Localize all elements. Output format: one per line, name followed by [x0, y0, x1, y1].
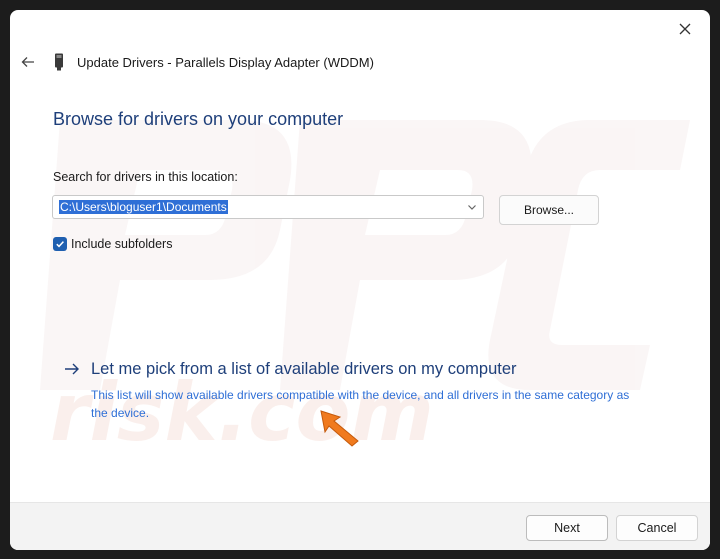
search-location-label: Search for drivers in this location: [53, 170, 238, 184]
include-subfolders-checkbox[interactable]: Include subfolders [53, 237, 172, 251]
page-heading: Browse for drivers on your computer [53, 109, 344, 129]
close-icon [679, 23, 691, 35]
driver-path-combobox[interactable]: C:\Users\bloguser1\Documents [52, 195, 484, 219]
dialog-title-row: Update Drivers - Parallels Display Adapt… [54, 52, 374, 72]
next-button[interactable]: Next [526, 515, 608, 541]
driver-path-value: C:\Users\bloguser1\Documents [59, 200, 228, 214]
close-button[interactable] [670, 16, 700, 42]
back-button[interactable] [16, 50, 40, 74]
cancel-button[interactable]: Cancel [616, 515, 698, 541]
device-icon [55, 53, 63, 71]
orange-pointer-arrow-icon [320, 410, 359, 447]
dialog-title: Update Drivers - Parallels Display Adapt… [77, 54, 374, 70]
pick-from-list-title[interactable]: Let me pick from a list of available dri… [91, 360, 517, 379]
arrow-right-icon [65, 363, 79, 375]
checkbox-box[interactable] [53, 237, 67, 251]
screenshot-frame: risk.com Update Drivers - Parallels Disp… [0, 0, 720, 559]
dialog-footer: Next Cancel [10, 502, 710, 550]
browse-button[interactable]: Browse... [499, 195, 599, 225]
checkmark-icon [56, 241, 64, 248]
back-arrow-icon [21, 57, 34, 67]
include-subfolders-label: Include subfolders [71, 237, 173, 251]
chevron-down-icon[interactable] [467, 203, 477, 211]
update-drivers-dialog: risk.com Update Drivers - Parallels Disp… [10, 10, 710, 550]
